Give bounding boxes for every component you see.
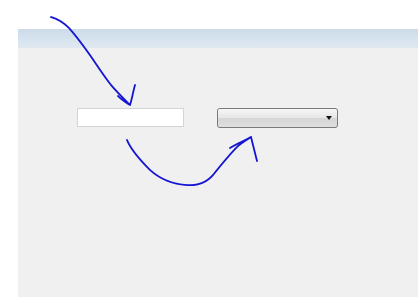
text-input[interactable] — [77, 108, 184, 127]
window-titlebar — [18, 29, 418, 48]
chevron-down-icon — [326, 116, 332, 120]
app-window — [18, 29, 418, 297]
dropdown-select[interactable] — [217, 108, 338, 128]
